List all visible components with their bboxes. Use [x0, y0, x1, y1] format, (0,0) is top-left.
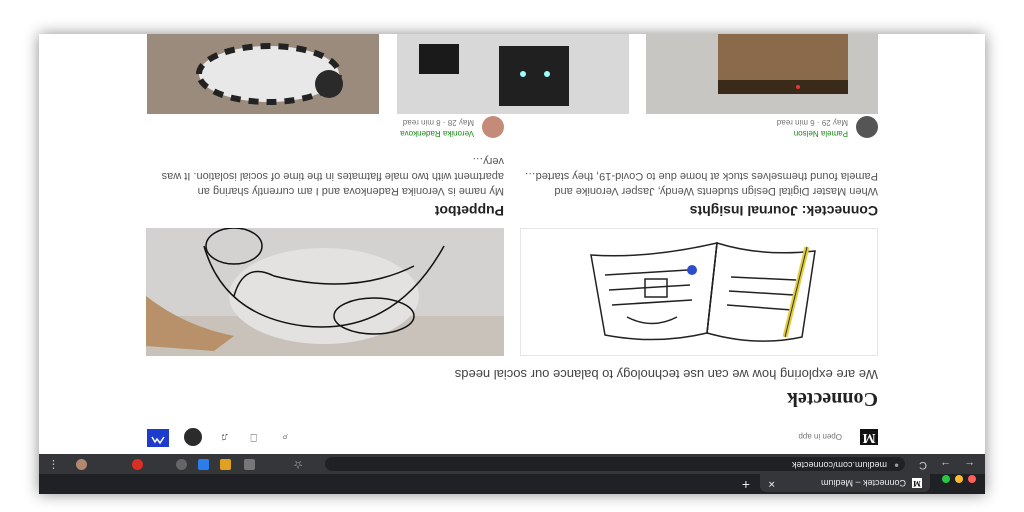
- post-title[interactable]: Connectek: Journal Insights: [690, 203, 878, 219]
- author-name[interactable]: Pamela Nelson: [794, 129, 848, 138]
- author-avatar[interactable]: [856, 116, 878, 138]
- post-excerpt[interactable]: When Master Digital Design students Wend…: [520, 168, 878, 198]
- browser-window: M Connectek – Medium ✕ + ← → C ● medium.…: [39, 34, 985, 494]
- post-date: May 28 · 8 min read: [402, 118, 474, 127]
- extension-icon[interactable]: [244, 459, 255, 470]
- publication-title: Connectek: [786, 388, 878, 410]
- open-in-app-link[interactable]: Open in app: [798, 432, 842, 441]
- browser-menu-icon[interactable]: ⋮: [48, 458, 59, 471]
- medium-favicon-icon: M: [912, 478, 922, 488]
- medium-header: M Open in app ⌕ ⎕ ♫: [39, 420, 985, 454]
- notifications-icon[interactable]: ♫: [221, 431, 229, 443]
- post-excerpt[interactable]: My name is Veronika Radenkova and I am c…: [146, 153, 504, 198]
- reload-button[interactable]: C: [919, 459, 927, 471]
- extension-icon[interactable]: [220, 459, 231, 470]
- publication-logo-icon[interactable]: [147, 429, 169, 447]
- lock-icon: ●: [894, 461, 899, 470]
- address-bar[interactable]: ● medium.com/connectek: [325, 457, 905, 471]
- tab-connectek[interactable]: M Connectek – Medium ✕: [760, 474, 930, 492]
- minimize-window-button[interactable]: [955, 475, 963, 483]
- journal-sketch-icon: [590, 242, 816, 342]
- bookmark-star-icon[interactable]: ☆: [293, 458, 303, 471]
- close-window-button[interactable]: [968, 475, 976, 483]
- user-avatar[interactable]: [184, 428, 202, 446]
- maximize-window-button[interactable]: [942, 475, 950, 483]
- post-thumbnail[interactable]: [397, 34, 629, 114]
- post-thumbnail[interactable]: [520, 228, 878, 356]
- search-icon[interactable]: ⌕: [282, 430, 288, 443]
- tab-title: Connectek – Medium: [820, 478, 906, 488]
- medium-logo[interactable]: M: [860, 429, 878, 445]
- extension-icon[interactable]: [198, 459, 209, 470]
- author-name[interactable]: Veronika Radenkova: [400, 129, 474, 138]
- extension-icon[interactable]: [176, 459, 187, 470]
- back-button[interactable]: ←: [964, 459, 975, 471]
- post-date: May 29 · 6 min read: [776, 118, 848, 127]
- forward-button[interactable]: →: [940, 459, 951, 471]
- post-thumbnail[interactable]: [646, 34, 878, 114]
- new-tab-button[interactable]: +: [742, 477, 750, 493]
- bookmark-icon[interactable]: ⎕: [250, 430, 257, 443]
- post-title[interactable]: Puppetbot: [435, 203, 504, 219]
- author-avatar[interactable]: [482, 116, 504, 138]
- browser-toolbar: ← → C ● medium.com/connectek ☆ ⋮: [39, 454, 985, 474]
- tab-bar: M Connectek – Medium ✕ +: [39, 474, 985, 494]
- extension-icon[interactable]: [132, 459, 143, 470]
- close-tab-icon[interactable]: ✕: [768, 478, 776, 489]
- post-thumbnail[interactable]: [146, 228, 504, 356]
- post-thumbnail[interactable]: [147, 34, 379, 114]
- publication-tagline: We are exploring how we can use technolo…: [454, 367, 878, 382]
- profile-avatar[interactable]: [76, 459, 87, 470]
- rotated-screen: M Connectek – Medium ✕ + ← → C ● medium.…: [0, 0, 1024, 512]
- address-url: medium.com/connectek: [791, 460, 887, 470]
